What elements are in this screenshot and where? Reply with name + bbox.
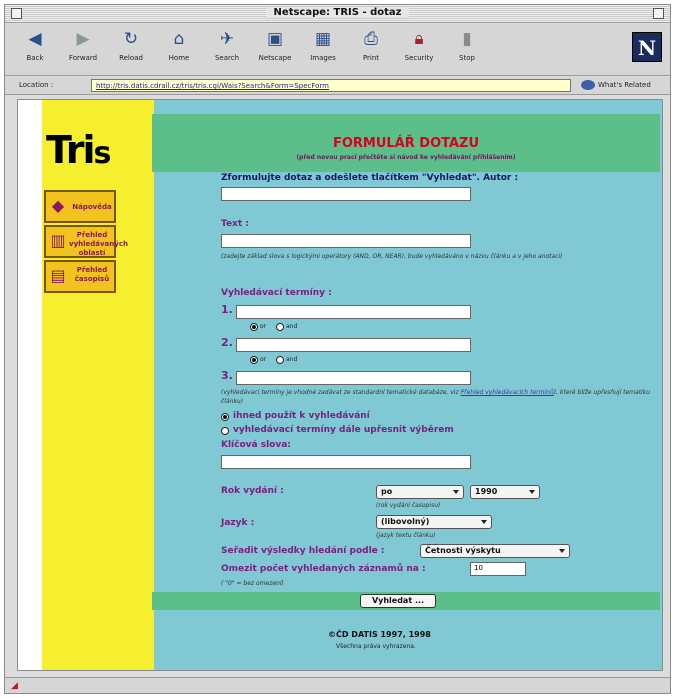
term-input-1[interactable]	[236, 305, 471, 319]
location-label: Location :	[19, 81, 54, 89]
left-white-stripe	[18, 100, 42, 670]
forward-arrow-icon: ▶	[76, 29, 90, 49]
sort-label: Seřadit výsledky hledání podle :	[221, 546, 385, 556]
term2-and-label: and	[286, 356, 298, 363]
rights-text: Všechna práva vyhrazena.	[336, 643, 416, 650]
radio-search-now[interactable]	[221, 413, 229, 421]
back-arrow-icon: ◀	[28, 29, 42, 49]
term-number-1: 1.	[221, 303, 233, 316]
limit-note: ( "0" = bez omezení)	[221, 580, 284, 587]
chevron-down-icon	[481, 520, 487, 524]
copyright: ©ČD DATIS 1997, 1998	[328, 630, 431, 639]
security-icon: 🔒︎	[414, 29, 424, 49]
form-title: FORMULÁŘ DOTAZU	[332, 136, 480, 151]
language-note: (jazyk textu článku)	[376, 532, 436, 539]
reload-icon: ↻	[123, 29, 139, 49]
open-book-icon: ▥	[50, 231, 66, 250]
images-icon: ▦	[314, 29, 332, 49]
sidebar-item-help[interactable]: ◆ Nápověda	[44, 190, 116, 223]
author-label: Zformulujte dotaz a odešlete tlačítkem "…	[221, 173, 519, 183]
term1-radio-or[interactable]	[250, 323, 258, 331]
form-header: FORMULÁŘ DOTAZU (před novou prací přečtě…	[152, 114, 660, 172]
limit-input[interactable]: 10	[470, 562, 526, 576]
terms-overview-link[interactable]: Přehled vyhledávacích termínů	[461, 389, 554, 396]
term1-radio-and[interactable]	[276, 323, 284, 331]
keywords-input[interactable]	[221, 455, 471, 469]
sidebar	[42, 100, 154, 670]
tris-logo: Tris	[46, 128, 111, 172]
reload-button[interactable]: ↻ Reload	[111, 28, 151, 72]
related-icon	[581, 80, 595, 90]
term-number-3: 3.	[221, 369, 233, 382]
sort-select[interactable]: Četnosti výskytu	[420, 544, 570, 558]
whats-related-button[interactable]: What's Related	[581, 80, 651, 90]
page-content: Tris ◆ Nápověda ▥ Přehled vyhledávaných ob…	[17, 99, 663, 671]
limit-label: Omezit počet vyhledaných záznamů na :	[221, 564, 426, 574]
text-note: (zadejte základ slova s logickými operát…	[221, 253, 563, 260]
term-input-3[interactable]	[236, 371, 471, 385]
chevron-down-icon	[559, 549, 565, 553]
location-bar: Location : http://tris.datis.cdrail.cz/t…	[5, 77, 670, 95]
sidebar-item-journals[interactable]: ▤ Přehled časopisů	[44, 260, 116, 293]
images-button[interactable]: ▦ Images	[303, 28, 343, 72]
terms-note: (vyhledávací termíny je vhodné zadávat z…	[221, 389, 650, 405]
language-select[interactable]: (libovolný)	[376, 515, 492, 529]
terms-label: Vyhledávací termíny :	[221, 288, 332, 298]
home-button[interactable]: ⌂ Home	[159, 28, 199, 72]
sidebar-item-areas[interactable]: ▥ Přehled vyhledávaných oblastí	[44, 225, 128, 258]
navigation-toolbar: ◀ Back ▶ Forward ↻ Reload ⌂ Home ✈ Search ▣ Ne…	[5, 24, 670, 76]
year-note: (rok vydání časopisu)	[376, 502, 441, 509]
term1-and-label: and	[286, 323, 298, 330]
submit-bar: Vyhledat ...	[152, 592, 660, 610]
language-label: Jazyk :	[221, 518, 255, 528]
stop-icon: ▮	[462, 29, 472, 49]
term1-or-label: or	[260, 323, 267, 330]
radio-refine-terms-label: vyhledávací termíny dále upřesnit výběre…	[233, 425, 454, 435]
netscape-button[interactable]: ▣ Netscape	[255, 28, 295, 72]
year-value-select[interactable]: 1990	[470, 485, 540, 499]
form-subtitle: (před novou prací přečtěte si návod ke v…	[296, 154, 516, 161]
year-operator-select[interactable]: po	[376, 485, 464, 499]
chevron-down-icon	[453, 490, 459, 494]
chevron-down-icon	[529, 490, 535, 494]
magazines-icon: ▤	[50, 266, 66, 285]
term2-radio-or[interactable]	[250, 356, 258, 364]
close-box[interactable]	[11, 8, 22, 19]
year-label: Rok vydání :	[221, 486, 284, 496]
browser-window: Netscape: TRIS - dotaz ◀ Back ▶ Forward ↻ R…	[4, 4, 671, 694]
security-status-icon: ◢	[11, 681, 18, 691]
back-button[interactable]: ◀ Back	[15, 28, 55, 72]
forward-button[interactable]: ▶ Forward	[63, 28, 103, 72]
term-number-2: 2.	[221, 336, 233, 349]
term2-or-label: or	[260, 356, 267, 363]
help-book-icon: ◆	[51, 196, 65, 215]
zoom-box[interactable]	[653, 8, 664, 19]
security-button[interactable]: 🔒︎ Security	[399, 28, 439, 72]
search-submit-button[interactable]: Vyhledat ...	[360, 594, 436, 608]
print-icon: ⎙	[364, 29, 378, 49]
window-title: Netscape: TRIS - dotaz	[265, 7, 410, 18]
search-icon: ✈	[219, 29, 235, 49]
text-input[interactable]	[221, 234, 471, 248]
keywords-label: Klíčová slova:	[221, 440, 291, 450]
netscape-logo-icon: N	[632, 32, 662, 62]
author-input[interactable]	[221, 187, 471, 201]
status-bar: ◢	[5, 677, 670, 693]
term-input-2[interactable]	[236, 338, 471, 352]
print-button[interactable]: ⎙ Print	[351, 28, 391, 72]
home-icon: ⌂	[173, 29, 185, 49]
stop-button[interactable]: ▮ Stop	[447, 28, 487, 72]
term2-radio-and[interactable]	[276, 356, 284, 364]
search-button[interactable]: ✈ Search	[207, 28, 247, 72]
location-url-field[interactable]: http://tris.datis.cdrail.cz/tris/tris.cg…	[91, 79, 571, 92]
radio-refine-terms[interactable]	[221, 427, 229, 435]
text-label: Text :	[221, 219, 249, 229]
netscape-icon: ▣	[266, 29, 284, 49]
radio-search-now-label: ihned použít k vyhledávání	[233, 411, 370, 421]
title-bar[interactable]: Netscape: TRIS - dotaz	[5, 5, 670, 23]
